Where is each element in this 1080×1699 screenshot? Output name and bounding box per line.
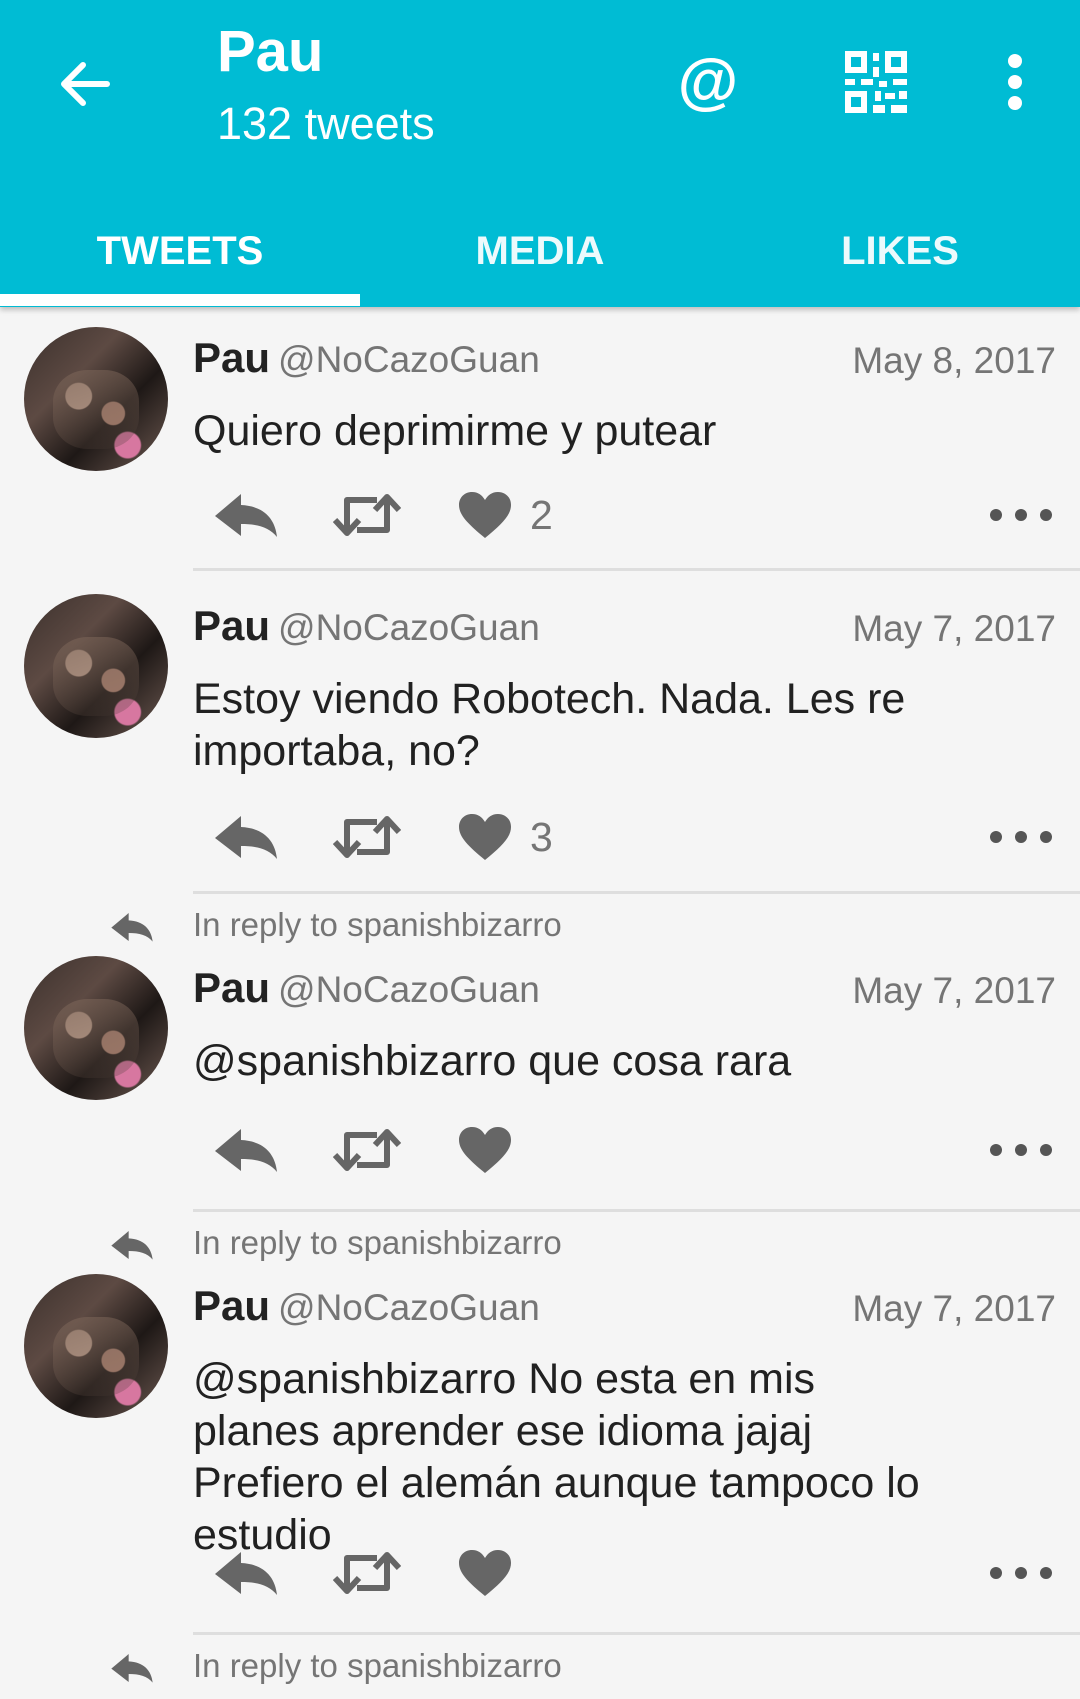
more-horiz-icon [990,1144,1052,1156]
reply-icon [215,494,277,537]
avatar[interactable] [24,1274,168,1418]
author-handle[interactable]: @NoCazoGuan [278,607,540,648]
tab-tweets[interactable]: TWEETS [0,196,360,307]
retweet-button[interactable] [333,1115,401,1185]
tweet-date: May 7, 2017 [852,1288,1056,1329]
author-name[interactable]: Pau [193,334,270,381]
like-button[interactable] [458,1115,530,1185]
tweet-date: May 7, 2017 [852,608,1056,649]
author-handle[interactable]: @NoCazoGuan [278,339,540,380]
overflow-menu-button[interactable] [990,42,1040,122]
tweet-text: @spanishbizarro No esta en mis planes ap… [193,1355,920,1559]
tweet-item[interactable]: In reply to spanishbizarro Pau @NoCazoGua… [0,1212,1080,1635]
tweet-header: Pau @NoCazoGuan May 7, 2017 [193,1282,1056,1332]
reply-button[interactable] [213,1115,279,1185]
heart-icon [459,1127,511,1173]
tab-media[interactable]: MEDIA [360,196,720,307]
page-title: Pau [217,19,324,84]
tweet-feed: Pau @NoCazoGuan May 8, 2017 Quiero deprim… [0,307,1080,1697]
author-name[interactable]: Pau [193,1282,270,1329]
retweet-icon [333,1129,401,1171]
tweet-item[interactable]: Pau @NoCazoGuan May 8, 2017 Quiero deprim… [0,307,1080,572]
divider [193,568,1080,571]
reply-icon [215,1129,277,1172]
back-button[interactable] [50,50,118,118]
tweet-more-button[interactable] [986,480,1056,550]
arrow-back-icon [61,62,110,106]
active-tab-indicator [0,294,360,306]
tweet-item[interactable]: In reply to spanishbizarro Pau @NoCazoGua… [0,894,1080,1212]
tweet-actions: 2 [193,480,1056,550]
tweet-date: May 7, 2017 [852,970,1056,1011]
tweet-header: Pau @NoCazoGuan May 7, 2017 [193,602,1056,652]
tweet-count: 132 tweets [217,98,435,149]
reply-button[interactable] [213,802,279,872]
heart-icon [459,814,511,860]
reply-context-icon [111,913,153,942]
at-icon: @ [677,47,739,116]
tweet-text: @spanishbizarro que cosa rara [193,1037,792,1085]
reply-context-text[interactable]: In reply to spanishbizarro [193,1647,562,1685]
avatar[interactable] [24,594,168,738]
reply-button[interactable] [213,1538,279,1608]
author-name[interactable]: Pau [193,602,270,649]
like-button[interactable] [458,1538,530,1608]
tweet-more-button[interactable] [986,802,1056,872]
heart-icon [459,492,511,538]
tweet-item[interactable]: Pau @NoCazoGuan May 7, 2017 Estoy viendo … [0,572,1080,894]
profile-tabs: TWEETS MEDIA LIKES [0,196,1080,307]
tweet-date: May 8, 2017 [852,340,1056,381]
more-horiz-icon [990,831,1052,843]
tweet-text: Estoy viendo Robotech. Nada. Les re impo… [193,675,906,775]
reply-button[interactable] [213,480,279,550]
like-button[interactable]: 2 [458,480,553,550]
reply-context[interactable]: In reply to spanishbizarro [0,1212,1080,1274]
retweet-icon [333,494,401,536]
like-count: 3 [530,813,553,860]
avatar[interactable] [24,327,168,471]
author-handle[interactable]: @NoCazoGuan [278,1287,540,1328]
retweet-button[interactable] [333,1538,401,1608]
more-horiz-icon [990,1567,1052,1579]
avatar[interactable] [24,956,168,1100]
like-count: 2 [530,491,553,538]
retweet-icon [333,816,401,858]
retweet-button[interactable] [333,480,401,550]
reply-context-text[interactable]: In reply to spanishbizarro [193,906,562,944]
reply-context-text[interactable]: In reply to spanishbizarro [193,1224,562,1262]
tweet-header: Pau @NoCazoGuan May 8, 2017 [193,334,1056,384]
reply-context[interactable]: In reply to spanishbizarro [0,894,1080,956]
tab-likes[interactable]: LIKES [720,196,1080,307]
tweet-text: Quiero deprimirme y putear [193,407,717,455]
more-vert-icon [1008,54,1022,110]
author-handle[interactable]: @NoCazoGuan [278,969,540,1010]
tweet-actions [193,1115,1056,1185]
more-horiz-icon [990,509,1052,521]
retweet-button[interactable] [333,802,401,872]
author-name[interactable]: Pau [193,964,270,1011]
reply-context-icon [111,1231,153,1260]
tweet-actions [193,1538,1056,1608]
retweet-icon [333,1552,401,1594]
tweet-actions: 3 [193,802,1056,872]
reply-icon [215,816,277,859]
reply-context[interactable]: In reply to spanishbizarro [0,1635,1080,1697]
tweet-more-button[interactable] [986,1538,1056,1608]
reply-icon [215,1552,277,1595]
tweet-more-button[interactable] [986,1115,1056,1185]
like-button[interactable]: 3 [458,802,553,872]
qr-code-icon [845,51,907,113]
tweet-header: Pau @NoCazoGuan May 7, 2017 [193,964,1056,1014]
qr-code-button[interactable] [836,42,916,122]
reply-context-icon [111,1654,153,1683]
mention-button[interactable]: @ [668,42,748,122]
app-bar: Pau 132 tweets @ TWEETS MEDIA LIKES [0,0,1080,307]
heart-icon [459,1550,511,1596]
